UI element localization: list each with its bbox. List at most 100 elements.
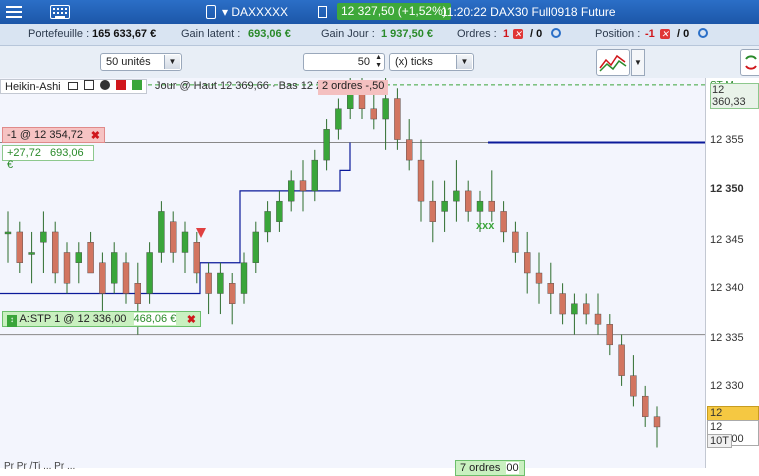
refresh-icon[interactable]: [740, 49, 759, 76]
candle-body: [453, 190, 460, 202]
candle-body: [311, 159, 318, 192]
sell-arrow-icon: [196, 228, 206, 238]
time-info: 11:20:22 DAX30 Full0918 Future: [441, 5, 616, 19]
candle-body: [323, 129, 330, 161]
candle-body: [276, 200, 283, 222]
candle-body: [158, 211, 165, 253]
toolbar: 50 unités ▼ 50 ▲ ▼ (x) ticks ▼ ▼: [0, 46, 759, 78]
pending-orders-count: 00: [506, 462, 519, 474]
candle-body: [28, 252, 35, 255]
candle-body: [441, 200, 448, 212]
candle-body: [335, 108, 342, 130]
document-icon[interactable]: [318, 6, 327, 18]
chevron-down-icon[interactable]: ▼: [631, 49, 645, 76]
candle-body: [4, 231, 12, 235]
symbol-label: DAXXXXX: [231, 5, 289, 19]
candle-body: [193, 242, 201, 274]
day-gain-value: 1 937,50 €: [381, 28, 433, 40]
window-icon[interactable]: [83, 80, 94, 90]
chevron-down-icon: ▼: [164, 55, 180, 69]
candle-body: [476, 200, 484, 212]
latent-value: 693,06 €: [248, 28, 291, 40]
position-tag[interactable]: -1 @ 12 354,72 ✖: [2, 127, 105, 143]
title-bar: ▾ DAXXXXX 12 327,50 (+1,52%) 11:20:22 DA…: [0, 0, 759, 24]
candle-body: [547, 283, 554, 294]
position-gain-points: +27,72: [7, 147, 41, 159]
indicator-label[interactable]: Heikin-Ashi: [5, 81, 61, 93]
candle-body: [169, 221, 177, 253]
drag-handle-icon[interactable]: ↕: [7, 315, 17, 327]
stop-order-eur: 468,06 €: [133, 313, 177, 325]
candle-body: [16, 231, 23, 263]
axis-tick: 12 345: [710, 234, 744, 246]
axis-tick: 12 330: [710, 380, 744, 392]
ticks-unit-select[interactable]: (x) ticks ▼: [389, 53, 474, 71]
orders-gear-icon[interactable]: [551, 28, 561, 40]
ticks-value-field[interactable]: 50 ▲ ▼: [303, 53, 385, 71]
candle-body: [240, 262, 248, 294]
orders-value: 1: [503, 28, 510, 40]
candle-body: [524, 252, 531, 274]
signal-icon: xxx: [476, 220, 495, 232]
position-zero: / 0: [677, 28, 690, 40]
spinner-icon[interactable]: ▲ ▼: [375, 54, 382, 70]
bottom-note: Pr Pr /Ti ... Pr ...: [4, 461, 76, 472]
timeframe-label: 10T: [707, 434, 732, 448]
position-gear-icon[interactable]: [698, 28, 708, 40]
axis-tick: 12 340: [710, 282, 744, 294]
axis-tick: 12 335: [710, 332, 744, 344]
arrow-up-icon[interactable]: [131, 80, 142, 90]
wrench-icon[interactable]: [67, 82, 78, 90]
phone-icon[interactable]: [206, 5, 216, 19]
candle-body: [370, 108, 377, 120]
candle-body: [429, 200, 436, 222]
candle-body: [288, 180, 295, 202]
candle-body: [642, 395, 649, 417]
orders-cancel-icon[interactable]: ✕: [513, 28, 523, 40]
symbol-selector[interactable]: ▾ DAXXXXX: [222, 5, 288, 19]
candle-body: [217, 272, 224, 294]
position-tag-text: -1 @ 12 354,72: [7, 129, 83, 141]
arrow-down-icon[interactable]: [115, 80, 126, 90]
position-close-icon[interactable]: ✕: [660, 28, 670, 40]
indicator-orders[interactable]: 2 ordres -,50: [318, 80, 389, 95]
axis-tick: 12 355: [710, 134, 744, 146]
close-position-icon[interactable]: ✖: [91, 129, 100, 142]
ticks-unit: (x) ticks: [395, 56, 433, 68]
axis-top-label: 12 360,33: [710, 83, 759, 109]
candle-body: [512, 231, 519, 253]
candle-body: [382, 98, 389, 120]
price-axis[interactable]: ST M 12 360,33 12 355 12 350 12 345 12 3…: [705, 78, 759, 468]
candle-body: [40, 231, 47, 243]
candle-body: [394, 98, 401, 140]
axis-tick: 12 350: [710, 183, 744, 195]
cancel-stop-icon[interactable]: ✖: [187, 313, 196, 326]
menu-icon[interactable]: [6, 6, 22, 18]
stop-order-tag[interactable]: ↕ A:STP 1 @ 12 336,00 468,06 € ✖: [2, 311, 201, 327]
price-chart[interactable]: xxx: [0, 78, 705, 468]
position-gain-tag: +27,72 693,06 €: [2, 145, 94, 171]
orders-label: Ordres :: [457, 28, 497, 40]
candle-area[interactable]: xxx: [0, 78, 705, 468]
units-select[interactable]: 50 unités ▼: [100, 53, 182, 71]
candle-body: [535, 272, 543, 284]
candle-body: [181, 231, 189, 253]
indicator-bar: Heikin-Ashi: [0, 79, 147, 94]
candle-body: [52, 231, 59, 274]
candle-body: [252, 231, 260, 263]
candle-body: [99, 262, 106, 294]
candle-body: [63, 252, 71, 284]
close-icon[interactable]: [99, 80, 110, 90]
candle-body: [583, 303, 590, 315]
keyboard-icon[interactable]: [50, 5, 70, 19]
price-badge: 12 327,50 (+1,52%): [337, 3, 451, 20]
account-bar: Portefeuille : 165 633,67 € Gain latent …: [0, 24, 759, 46]
candle-body: [122, 262, 130, 294]
chart-type-icon[interactable]: [596, 49, 630, 76]
candle-body: [488, 200, 495, 212]
candle-body: [571, 303, 578, 315]
stop-order-text: A:STP 1 @ 12 336,00: [19, 313, 127, 325]
candle-body: [465, 190, 472, 212]
pending-orders-tag[interactable]: 7 ordres 00: [455, 460, 525, 476]
candle-body: [110, 252, 118, 284]
